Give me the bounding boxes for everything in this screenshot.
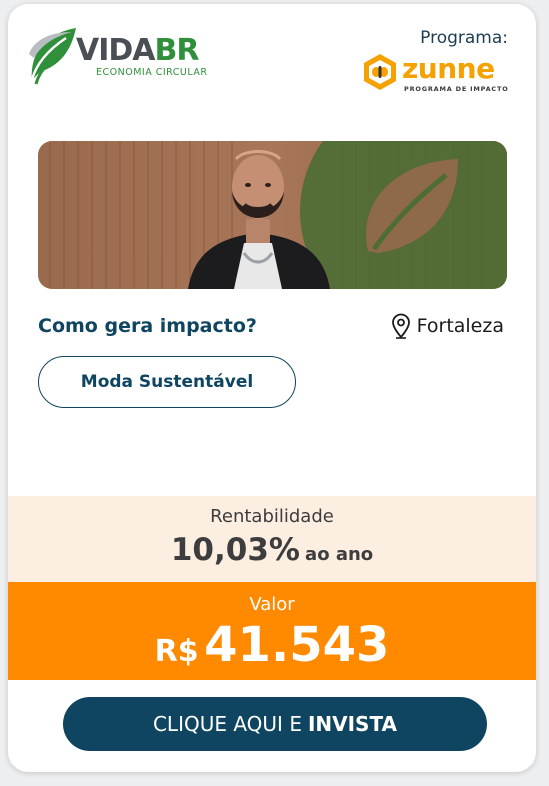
invest-button-text: CLIQUE AQUI E [152,712,302,736]
location: Fortaleza [391,313,504,339]
map-pin-icon [391,313,410,339]
returns-rate: 10,03% [170,532,300,568]
vidabr-logo: VIDABR ECONOMIA CIRCULAR [26,24,226,90]
founder-photo-image [38,141,507,289]
zunne-logo: zunne PROGRAMA DE IMPACTO [360,52,510,98]
zunne-subtitle: PROGRAMA DE IMPACTO [404,85,509,93]
bee-hexagon-icon [364,54,396,90]
leaf-icon [29,28,76,85]
returns-unit: ao ano [305,544,374,565]
returns-value: 10,03% ao ano [8,532,536,568]
impact-title: Como gera impacto? [38,315,257,337]
amount-label: Valor [249,594,295,615]
founder-photo [38,141,507,289]
invest-button[interactable]: CLIQUE AQUI E INVISTA [63,697,487,751]
amount-number: 41.543 [204,617,390,673]
brand-name: VIDABR [76,33,199,68]
amount-section: Valor R$ 41.543 [8,582,536,680]
returns-label: Rentabilidade [210,506,334,527]
investment-card: VIDABR ECONOMIA CIRCULAR Programa: zunne… [8,4,536,772]
location-text: Fortaleza [416,315,504,337]
program-label: Programa: [420,28,508,48]
brand-subtitle: ECONOMIA CIRCULAR [96,67,208,78]
invest-button-bold: INVISTA [307,712,398,736]
returns-section: Rentabilidade 10,03% ao ano [8,496,536,582]
zunne-wordmark: zunne [402,52,495,85]
category-tag-button[interactable]: Moda Sustentável [38,356,296,408]
amount-currency: R$ [154,634,199,669]
amount-value: R$ 41.543 [8,617,536,673]
